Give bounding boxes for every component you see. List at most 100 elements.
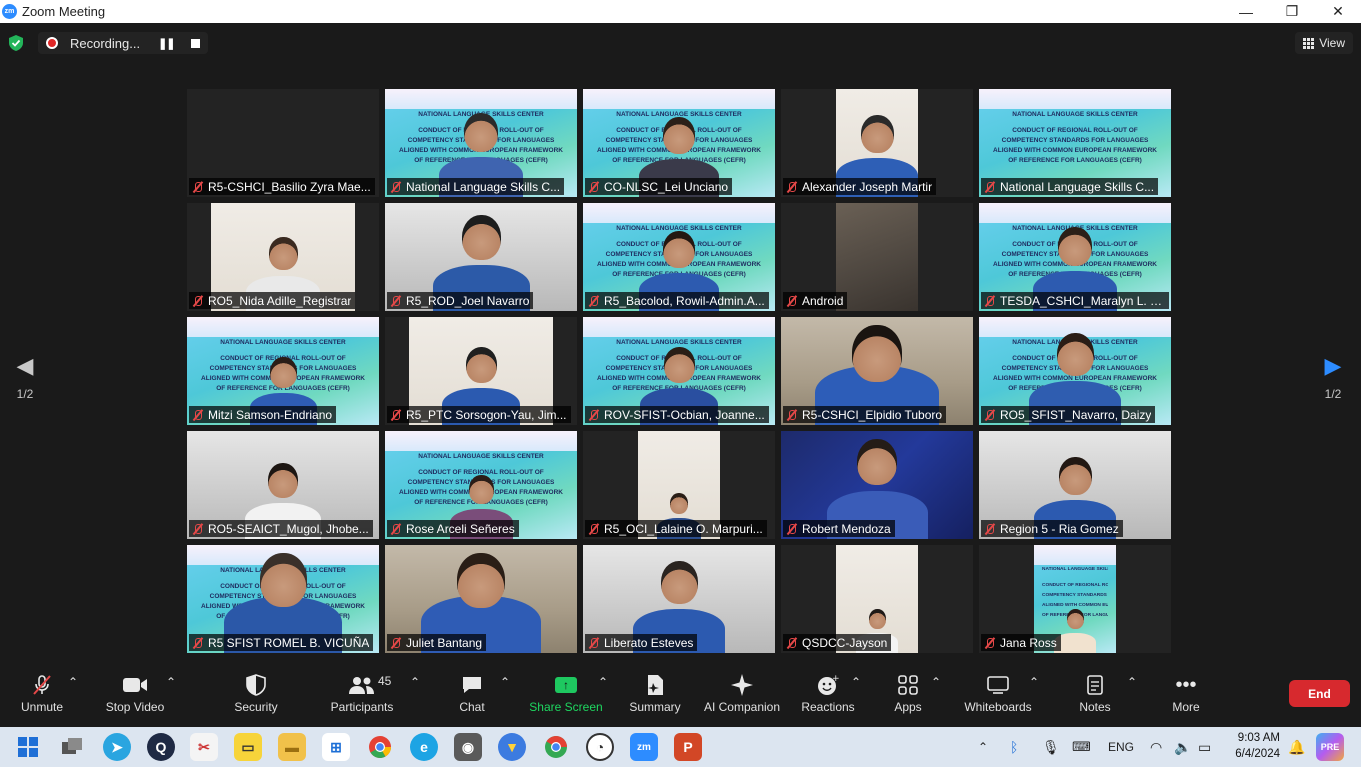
file-explorer-icon[interactable]: ▬	[278, 733, 306, 761]
participant-video-tile[interactable]: QSDCC-Jayson	[781, 545, 973, 653]
participant-video-tile[interactable]: R5_PTC Sorsogon-Yau, Jim...	[385, 317, 577, 425]
participant-video-tile[interactable]: NATIONAL LANGUAGE SKILLS CENTERCONDUCT O…	[979, 317, 1171, 425]
apps-button[interactable]: Apps	[886, 671, 930, 721]
input-language[interactable]: ENG	[1108, 727, 1134, 767]
whiteboards-caret-icon[interactable]: ⌃	[1029, 675, 1039, 689]
zoom-taskbar-icon[interactable]: zm	[630, 733, 658, 761]
participant-nameplate: Mitzi Samson-Endriano	[189, 406, 337, 423]
banner-heading: NATIONAL LANGUAGE SKILLS CENTER	[418, 453, 544, 460]
windows-taskbar: ➤ Q ✂ ▭ ▬ ⊞ e ◉ ▼ ◔ zm P ⌃ ᛒ 🎙 ⌨ ENG ◠ 🔈…	[0, 727, 1361, 767]
participant-video-tile[interactable]: NATIONAL LANGUAGE SKILLS CENTERCONDUCT O…	[979, 545, 1171, 653]
whiteboards-button[interactable]: Whiteboards	[960, 671, 1036, 721]
participant-video-tile[interactable]: NATIONAL LANGUAGE SKILLS CENTERCONDUCT O…	[979, 89, 1171, 197]
notes-label: Notes	[1079, 700, 1111, 714]
chat-button[interactable]: Chat	[448, 671, 496, 721]
next-page-button[interactable]: ▶ 1/2	[1318, 353, 1348, 401]
participant-video-tile[interactable]: R5-CSHCI_Elpidio Tuboro	[781, 317, 973, 425]
participant-nameplate: Robert Mendoza	[783, 520, 895, 537]
notes-button[interactable]: Notes	[1072, 671, 1118, 721]
stop-recording-icon[interactable]	[190, 38, 200, 48]
participant-name: Mitzi Samson-Endriano	[208, 407, 333, 422]
windows-start-icon[interactable]	[14, 733, 42, 761]
banner-heading: NATIONAL LANGUAGE SKILLS CENTER	[616, 339, 742, 346]
telegram-icon[interactable]: ➤	[103, 733, 131, 761]
previous-page-button[interactable]: ◀ 1/2	[10, 353, 40, 401]
share-screen-button[interactable]: ↑ Share Screen	[528, 671, 604, 721]
encryption-shield-icon[interactable]	[9, 35, 23, 51]
participant-video-tile[interactable]: R5-CSHCI_Basilio Zyra Mae...	[187, 89, 379, 197]
participant-video-tile[interactable]: NATIONAL LANGUAGE SKILLS CENTERCONDUCT O…	[385, 431, 577, 539]
chrome-icon[interactable]	[366, 733, 394, 761]
reactions-button[interactable]: + Reactions	[798, 671, 858, 721]
participant-head	[268, 463, 298, 498]
participant-video-tile[interactable]: NATIONAL LANGUAGE SKILLS CENTERCONDUCT O…	[187, 317, 379, 425]
system-clock[interactable]: 9:03 AM 6/4/2024	[1228, 730, 1280, 762]
microsoft-store-icon[interactable]: ⊞	[322, 733, 350, 761]
participant-video-tile[interactable]: RO5_Nida Adille_Registrar	[187, 203, 379, 311]
wifi-icon[interactable]: ◠	[1150, 727, 1162, 767]
reactions-caret-icon[interactable]: ⌃	[851, 675, 861, 689]
show-hidden-icons-caret-icon[interactable]: ⌃	[978, 727, 988, 767]
more-button[interactable]: ••• More	[1166, 671, 1206, 721]
camera-icon[interactable]: ◉	[454, 733, 482, 761]
participant-video-tile[interactable]: NATIONAL LANGUAGE SKILLS CENTERCONDUCT O…	[583, 203, 775, 311]
summary-button[interactable]: Summary	[626, 671, 684, 721]
participant-video-tile[interactable]: R5_OCI_Lalaine O. Marpuri...	[583, 431, 775, 539]
ai-companion-button[interactable]: AI Companion	[700, 671, 784, 721]
participant-video-tile[interactable]: Liberato Esteves	[583, 545, 775, 653]
share-caret-icon[interactable]: ⌃	[598, 675, 608, 689]
vpn-shield-icon[interactable]: ▼	[498, 733, 526, 761]
participant-video-tile[interactable]: Alexander Joseph Martir	[781, 89, 973, 197]
tray-microphone-icon[interactable]: 🎙	[1042, 727, 1060, 767]
participant-video-tile[interactable]: Robert Mendoza	[781, 431, 973, 539]
notification-bell-icon[interactable]: 🔔	[1288, 727, 1305, 767]
participant-video-tile[interactable]: NATIONAL LANGUAGE SKILLS CENTERCONDUCT O…	[583, 89, 775, 197]
battery-icon[interactable]: ▭	[1198, 727, 1211, 767]
snipping-tool-icon[interactable]: ✂	[190, 733, 218, 761]
participant-name: Jana Ross	[1000, 635, 1057, 650]
participant-video-tile[interactable]: NATIONAL LANGUAGE SKILLS CENTERCONDUCT O…	[583, 317, 775, 425]
participant-video-tile[interactable]: Juliet Bantang	[385, 545, 577, 653]
sticky-notes-icon[interactable]: ▭	[234, 733, 262, 761]
participants-caret-icon[interactable]: ⌃	[410, 675, 420, 689]
participant-video-tile[interactable]: Region 5 - Ria Gomez	[979, 431, 1171, 539]
pause-recording-icon[interactable]: ❚❚	[158, 37, 175, 50]
participant-nameplate: Jana Ross	[981, 634, 1061, 651]
chat-caret-icon[interactable]: ⌃	[500, 675, 510, 689]
obs-icon[interactable]: ◔	[586, 733, 614, 761]
powerpoint-icon[interactable]: P	[674, 733, 702, 761]
participant-video-tile[interactable]: NATIONAL LANGUAGE SKILLS CENTERCONDUCT O…	[979, 203, 1171, 311]
stop-video-button[interactable]: Stop Video	[100, 671, 170, 721]
task-view-icon[interactable]	[58, 733, 86, 761]
notes-caret-icon[interactable]: ⌃	[1127, 675, 1137, 689]
close-button[interactable]: ✕	[1315, 0, 1361, 23]
unmute-button[interactable]: Unmute	[12, 671, 72, 721]
participant-nameplate: CO-NLSC_Lei Unciano	[585, 178, 733, 195]
participant-video-tile[interactable]: RO5-SEAICT_Mugol, Jhobe...	[187, 431, 379, 539]
edge-icon[interactable]: e	[410, 733, 438, 761]
minimize-button[interactable]: —	[1223, 0, 1269, 23]
chrome-profile-icon[interactable]	[542, 733, 570, 761]
search-app-icon[interactable]: Q	[147, 733, 175, 761]
copilot-icon[interactable]: PRE	[1316, 733, 1344, 761]
participant-video-tile[interactable]: Android	[781, 203, 973, 311]
participant-video-tile[interactable]: NATIONAL LANGUAGE SKILLS CENTERCONDUCT O…	[187, 545, 379, 653]
security-button[interactable]: Security	[226, 671, 286, 721]
participant-video-tile[interactable]: NATIONAL LANGUAGE SKILLS CENTERCONDUCT O…	[385, 89, 577, 197]
keyboard-icon[interactable]: ⌨	[1072, 727, 1091, 767]
chat-label: Chat	[459, 700, 485, 714]
page-indicator-right: 1/2	[1324, 387, 1342, 401]
volume-icon[interactable]: 🔈	[1174, 727, 1191, 767]
participant-head	[868, 609, 886, 629]
bluetooth-icon[interactable]: ᛒ	[1010, 727, 1018, 767]
video-options-caret-icon[interactable]: ⌃	[166, 675, 176, 689]
view-button[interactable]: View	[1295, 32, 1353, 54]
participant-nameplate: Liberato Esteves	[585, 634, 698, 651]
participant-nameplate: R5-CSHCI_Elpidio Tuboro	[783, 406, 947, 423]
reactions-label: Reactions	[801, 700, 855, 714]
maximize-button[interactable]: ❐	[1269, 0, 1315, 23]
audio-options-caret-icon[interactable]: ⌃	[68, 675, 78, 689]
end-meeting-button[interactable]: End	[1289, 680, 1350, 707]
participant-video-tile[interactable]: R5_ROD_Joel Navarro	[385, 203, 577, 311]
apps-caret-icon[interactable]: ⌃	[931, 675, 941, 689]
